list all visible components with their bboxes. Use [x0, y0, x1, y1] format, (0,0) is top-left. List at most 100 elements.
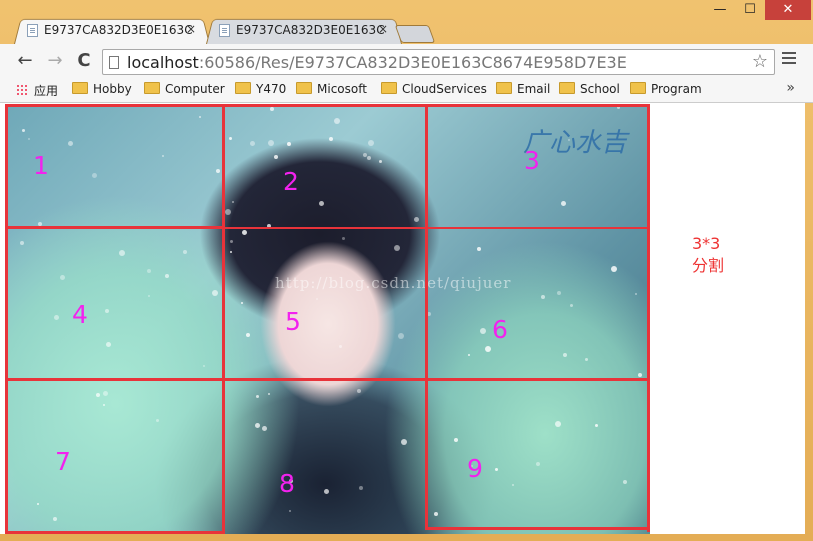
snow-flake: [250, 141, 255, 146]
snow-flake: [225, 209, 231, 215]
cell-label-1: 1: [33, 151, 49, 180]
grid-line: [5, 104, 650, 107]
bookmark-folder[interactable]: CloudServices: [381, 82, 487, 96]
snow-flake: [270, 107, 274, 111]
folder-icon: [559, 82, 575, 94]
cell-label-9: 9: [467, 454, 483, 483]
snow-flake: [512, 484, 514, 486]
split-image: 广心水吉 http://blog.csdn.net/qiujuer: [5, 104, 650, 534]
cell-label-3: 3: [524, 146, 540, 175]
close-window-button[interactable]: ✕: [765, 0, 811, 20]
snow-flake: [246, 333, 250, 337]
bookmark-label: Email: [517, 82, 551, 96]
reload-button[interactable]: C: [73, 50, 95, 72]
cell-label-6: 6: [492, 315, 508, 344]
snow-flake: [54, 315, 59, 320]
snow-flake: [477, 247, 481, 251]
snow-flake: [216, 169, 220, 173]
snow-flake: [183, 250, 187, 254]
snow-flake: [398, 333, 404, 339]
snow-flake: [96, 393, 100, 397]
bookmark-label: Program: [651, 82, 702, 96]
snow-flake: [60, 275, 65, 280]
menu-icon[interactable]: [782, 52, 796, 66]
snow-flake: [105, 309, 109, 313]
folder-icon: [296, 82, 312, 94]
address-bar[interactable]: localhost:60586/Res/E9737CA832D3E0E163C8…: [102, 49, 775, 75]
cell-label-8: 8: [279, 469, 295, 498]
new-tab-button[interactable]: [394, 25, 436, 43]
forward-button[interactable]: →: [44, 50, 66, 72]
page-icon: [27, 24, 38, 37]
snow-flake: [289, 510, 291, 512]
back-button[interactable]: ←: [14, 50, 36, 72]
snow-flake: [324, 489, 329, 494]
snow-flake: [339, 345, 342, 348]
snow-flake: [585, 358, 588, 361]
watermark: http://blog.csdn.net/qiujuer: [275, 274, 512, 292]
tab-inactive[interactable]: E9737CA832D3E0E163C ×: [206, 17, 402, 44]
snow-flake: [37, 503, 39, 505]
grid-line: [5, 104, 8, 534]
bookmark-folder[interactable]: Email: [496, 82, 550, 96]
bookmark-folder[interactable]: Program: [630, 82, 702, 96]
snow-flake: [262, 426, 267, 431]
grid-line: [5, 531, 225, 534]
bookmark-star-icon[interactable]: ☆: [752, 51, 768, 72]
minimize-button[interactable]: —: [705, 0, 735, 20]
snow-flake: [495, 468, 498, 471]
folder-icon: [235, 82, 251, 94]
snow-flake: [22, 129, 25, 132]
bookmark-folder[interactable]: School: [559, 82, 620, 96]
snow-flake: [485, 346, 491, 352]
grid-line: [225, 227, 650, 229]
snow-flake: [147, 269, 151, 273]
bookmark-apps[interactable]: 应用: [16, 82, 58, 99]
snow-flake: [368, 140, 374, 146]
tab-close-icon[interactable]: ×: [186, 22, 196, 36]
cell-label-7: 7: [55, 447, 71, 476]
snow-flake: [156, 419, 159, 422]
tab-active[interactable]: E9737CA832D3E0E163C ×: [14, 17, 210, 44]
snow-flake: [68, 141, 73, 146]
bookmark-label: Computer: [165, 82, 225, 96]
bookmark-label: Micosoft: [317, 82, 367, 96]
snow-flake: [148, 295, 150, 297]
bookmark-folder[interactable]: Computer: [144, 82, 225, 96]
folder-icon: [144, 82, 160, 94]
snow-flake: [241, 302, 243, 304]
snow-flake: [359, 486, 363, 490]
tab-close-icon[interactable]: ×: [378, 22, 388, 36]
snow-flake: [357, 389, 361, 393]
folder-icon: [630, 82, 646, 94]
grid-line: [425, 527, 650, 530]
apps-icon: [16, 84, 28, 96]
snow-flake: [541, 295, 545, 299]
bookmark-label: School: [580, 82, 620, 96]
page-content: 广心水吉 http://blog.csdn.net/qiujuer 1 2 3 …: [0, 103, 805, 534]
snow-flake: [595, 424, 598, 427]
snow-flake: [401, 439, 407, 445]
snow-flake: [199, 116, 201, 118]
snow-flake: [230, 240, 233, 243]
snow-flake: [287, 142, 291, 146]
snow-flake: [468, 354, 470, 356]
bookmark-folder[interactable]: Y470: [235, 82, 286, 96]
snow-flake: [414, 217, 419, 222]
maximize-button[interactable]: ☐: [735, 0, 765, 20]
snow-flake: [568, 139, 570, 141]
bookmarks-more-button[interactable]: »: [786, 80, 795, 96]
cell-label-5: 5: [285, 307, 301, 336]
bookmark-label: 应用: [34, 84, 59, 98]
folder-icon: [72, 82, 88, 94]
url-host: localhost: [127, 53, 199, 72]
bookmark-folder[interactable]: Hobby: [72, 82, 132, 96]
snow-flake: [561, 201, 566, 206]
snow-flake: [557, 291, 561, 295]
bookmark-label: Hobby: [93, 82, 132, 96]
tab-title: E9737CA832D3E0E163C: [44, 23, 193, 37]
snow-flake: [92, 173, 97, 178]
bookmark-folder[interactable]: Micosoft: [296, 82, 367, 96]
grid-line: [425, 104, 428, 530]
folder-icon: [381, 82, 397, 94]
